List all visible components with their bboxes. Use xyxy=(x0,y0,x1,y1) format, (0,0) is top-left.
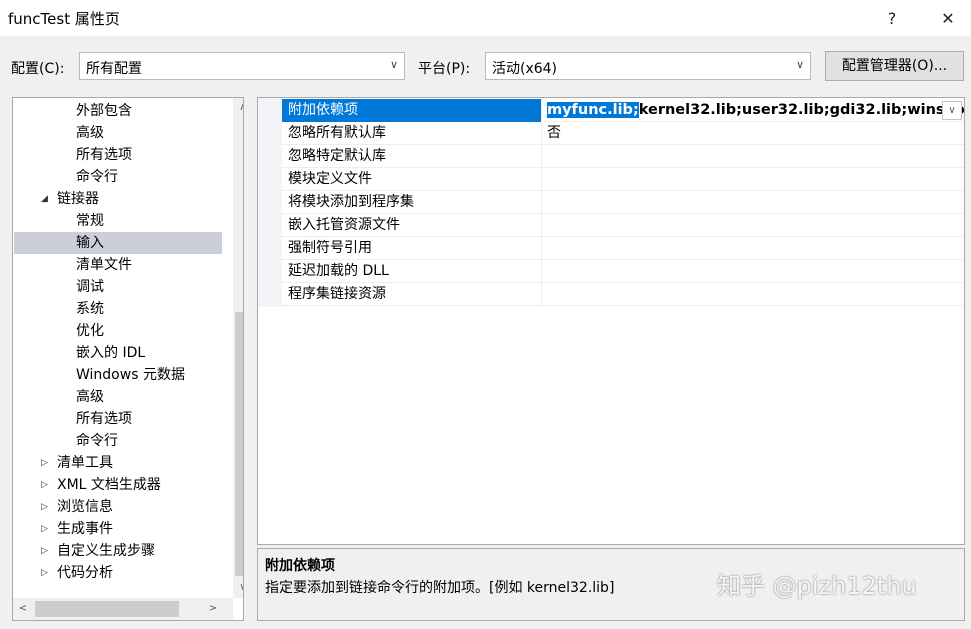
horizontal-scrollbar[interactable]: < > xyxy=(13,598,233,620)
collapsed-arrow-icon[interactable]: ▷ xyxy=(41,540,48,562)
title-bar: funcTest 属性页 ? ✕ xyxy=(0,0,971,36)
property-name: 强制符号引用 xyxy=(282,237,542,260)
tree-item[interactable]: ▷ 代码分析 xyxy=(14,562,222,584)
vertical-scrollbar[interactable]: ∧ ∨ xyxy=(233,98,243,598)
expanded-arrow-icon[interactable]: ◢ xyxy=(41,188,48,210)
category-tree[interactable]: 外部包含 高级 所有选项 命令行 ◢ 链接器 常规 输入 清单文件 调试 系统 … xyxy=(12,97,244,621)
property-row[interactable]: 将模块添加到程序集 xyxy=(282,191,964,214)
property-grid: 附加依赖项 myfunc.lib;kernel32.lib;user32.lib… xyxy=(257,97,965,545)
property-row[interactable]: 延迟加载的 DLL xyxy=(282,260,964,283)
tree-item[interactable]: 系统 xyxy=(14,298,222,320)
chevron-down-icon[interactable]: ∨ xyxy=(942,101,962,120)
tree-item[interactable]: 命令行 xyxy=(14,430,222,452)
property-name: 忽略特定默认库 xyxy=(282,145,542,168)
property-name: 嵌入托管资源文件 xyxy=(282,214,542,237)
property-name: 将模块添加到程序集 xyxy=(282,191,542,214)
collapsed-arrow-icon[interactable]: ▷ xyxy=(41,518,48,540)
config-label: 配置(C): xyxy=(11,61,65,77)
scroll-up-icon[interactable]: ∧ xyxy=(233,98,243,118)
property-value[interactable] xyxy=(543,145,964,168)
platform-label: 平台(P): xyxy=(418,61,471,77)
property-row[interactable]: 模块定义文件 xyxy=(282,168,964,191)
close-button[interactable]: ✕ xyxy=(926,4,970,32)
property-name: 程序集链接资源 xyxy=(282,283,542,306)
property-row[interactable]: 强制符号引用 xyxy=(282,237,964,260)
property-value[interactable]: 否 xyxy=(543,122,964,145)
property-row-additional-dependencies[interactable]: 附加依赖项 myfunc.lib;kernel32.lib;user32.lib… xyxy=(282,99,964,122)
scroll-right-icon[interactable]: > xyxy=(203,598,223,620)
tree-item[interactable]: 调试 xyxy=(14,276,222,298)
tree-item-linker[interactable]: ◢ 链接器 xyxy=(14,188,222,210)
tree-item[interactable]: 高级 xyxy=(14,122,222,144)
tree-item[interactable]: 常规 xyxy=(14,210,222,232)
chevron-down-icon: ∨ xyxy=(795,58,804,71)
value-rest: kernel32.lib;user32.lib;gdi32.lib;winspo… xyxy=(638,102,964,118)
property-row[interactable]: 忽略所有默认库 否 xyxy=(282,122,964,145)
collapsed-arrow-icon[interactable]: ▷ xyxy=(41,474,48,496)
config-select-value: 所有配置 xyxy=(86,61,142,77)
property-value[interactable] xyxy=(543,214,964,237)
scroll-thumb[interactable] xyxy=(35,601,179,617)
tree-item[interactable]: 清单文件 xyxy=(14,254,222,276)
property-value-field[interactable]: myfunc.lib;kernel32.lib;user32.lib;gdi32… xyxy=(543,99,964,122)
property-row[interactable]: 嵌入托管资源文件 xyxy=(282,214,964,237)
tree-item-input[interactable]: 输入 xyxy=(14,232,222,254)
grid-gutter xyxy=(258,98,282,307)
collapsed-arrow-icon[interactable]: ▷ xyxy=(41,452,48,474)
configuration-manager-button[interactable]: 配置管理器(O)... xyxy=(825,51,964,81)
window-title: funcTest 属性页 xyxy=(8,10,120,28)
platform-select-value: 活动(x64) xyxy=(492,61,558,77)
collapsed-arrow-icon[interactable]: ▷ xyxy=(41,496,48,518)
chevron-down-icon: ∨ xyxy=(389,58,398,71)
property-value[interactable] xyxy=(543,283,964,306)
tree-item[interactable]: ▷ XML 文档生成器 xyxy=(14,474,222,496)
tree-item[interactable]: 高级 xyxy=(14,386,222,408)
tree-item[interactable]: ▷ 清单工具 xyxy=(14,452,222,474)
property-row[interactable]: 忽略特定默认库 xyxy=(282,145,964,168)
tree-item[interactable]: 优化 xyxy=(14,320,222,342)
scroll-down-icon[interactable]: ∨ xyxy=(233,578,243,598)
tree-item[interactable]: 嵌入的 IDL xyxy=(14,342,222,364)
description-title: 附加依赖项 xyxy=(265,558,335,574)
scroll-left-icon[interactable]: < xyxy=(13,598,33,620)
tree-item[interactable]: ▷ 自定义生成步骤 xyxy=(14,540,222,562)
property-value[interactable] xyxy=(543,168,964,191)
tree-item[interactable]: 所有选项 xyxy=(14,144,222,166)
watermark: 知乎 @pizh12thu xyxy=(717,572,917,600)
collapsed-arrow-icon[interactable]: ▷ xyxy=(41,562,48,584)
property-value[interactable] xyxy=(543,191,964,214)
tree-item[interactable]: ▷ 浏览信息 xyxy=(14,496,222,518)
property-row[interactable]: 程序集链接资源 xyxy=(282,283,964,306)
config-select[interactable]: 所有配置 ∨ xyxy=(79,52,405,80)
tree-item[interactable]: 外部包含 xyxy=(14,100,222,122)
help-button[interactable]: ? xyxy=(870,4,914,32)
scroll-thumb[interactable] xyxy=(235,312,243,576)
property-name: 附加依赖项 xyxy=(282,99,542,122)
value-selection: myfunc.lib; xyxy=(547,102,639,118)
property-value[interactable] xyxy=(543,237,964,260)
tree-item[interactable]: ▷ 生成事件 xyxy=(14,518,222,540)
tree-item[interactable]: Windows 元数据 xyxy=(14,364,222,386)
description-text: 指定要添加到链接命令行的附加项。[例如 kernel32.lib] xyxy=(265,580,615,596)
tree-item[interactable]: 所有选项 xyxy=(14,408,222,430)
platform-select[interactable]: 活动(x64) ∨ xyxy=(485,52,811,80)
property-name: 延迟加载的 DLL xyxy=(282,260,542,283)
property-name: 模块定义文件 xyxy=(282,168,542,191)
property-value[interactable] xyxy=(543,260,964,283)
tree-item[interactable]: 命令行 xyxy=(14,166,222,188)
property-name: 忽略所有默认库 xyxy=(282,122,542,145)
